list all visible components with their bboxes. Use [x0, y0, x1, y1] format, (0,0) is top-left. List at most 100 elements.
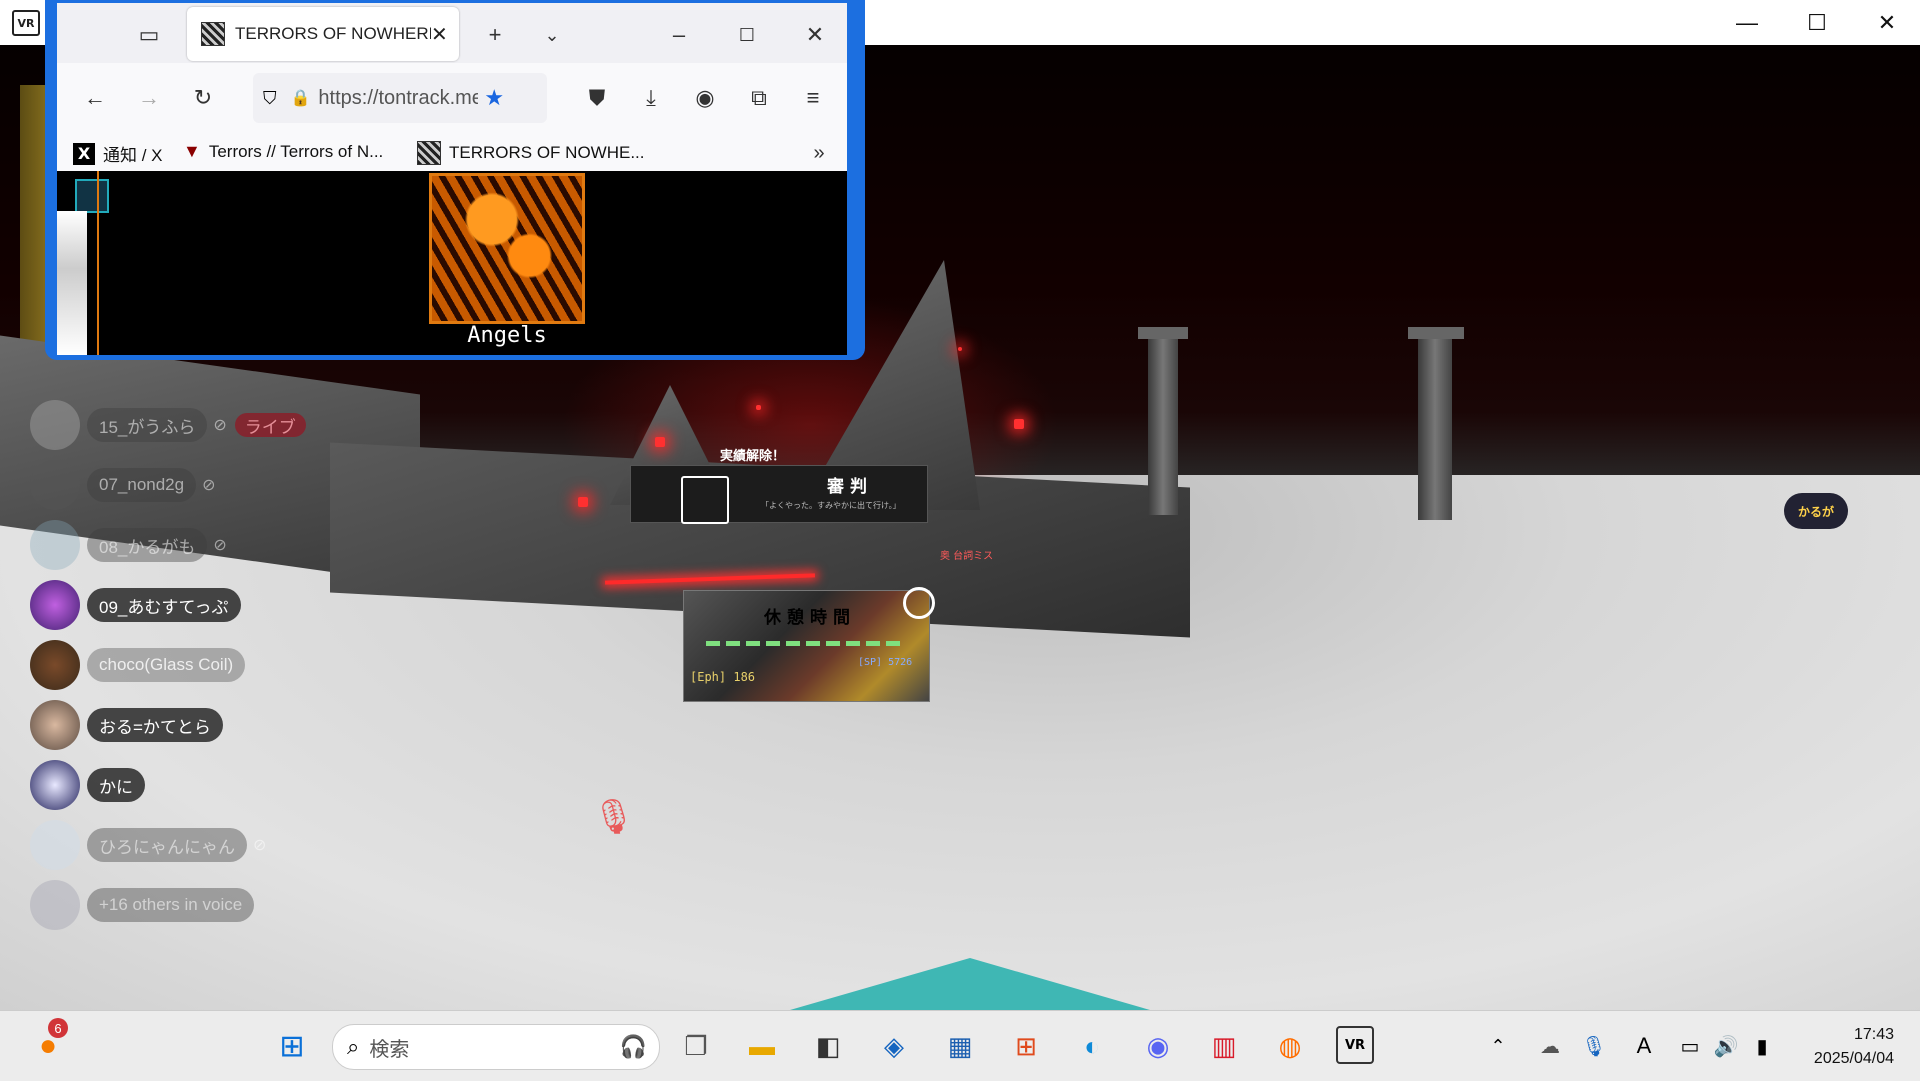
bookmark-tontrack[interactable]: TERRORS OF NOWHE... — [417, 141, 645, 165]
voice-member[interactable]: 15_がうふら ⊘ ライブ — [30, 400, 306, 450]
notification-badge: 6 — [48, 1018, 68, 1038]
store-icon[interactable]: ⊞ — [1006, 1026, 1046, 1066]
url-text[interactable]: https://tontrack.me — [318, 87, 478, 110]
menu-icon[interactable]: ≡ — [793, 78, 833, 118]
avatar — [30, 460, 80, 510]
onedrive-icon[interactable]: ☁ — [1530, 1026, 1570, 1066]
bookmark-label: TERRORS OF NOWHE... — [449, 143, 645, 162]
ime-indicator[interactable]: A — [1624, 1026, 1664, 1066]
file-explorer-icon[interactable]: ▬ — [742, 1026, 782, 1066]
voice-member[interactable]: 08_かるがも ⊘ — [30, 520, 227, 570]
break-title: 休憩時間 — [764, 608, 856, 628]
tab-bar: ▭ TERRORS OF NOWHERE ✕ + ⌄ – ☐ ✕ — [57, 3, 847, 63]
clock-time: 17:43 — [1853, 1026, 1894, 1043]
voice-member[interactable]: かに — [30, 760, 145, 810]
firefox-window[interactable]: ▭ TERRORS OF NOWHERE ✕ + ⌄ – ☐ ✕ ← → ↻ ⛉… — [45, 0, 865, 360]
voice-member[interactable]: choco(Glass Coil) — [30, 640, 246, 690]
microphone-icon[interactable]: 🎙 — [1574, 1026, 1614, 1066]
discord-icon[interactable]: ◉ — [1138, 1026, 1178, 1066]
voice-member-name: 07_nond2g — [87, 468, 197, 502]
download-icon[interactable]: ⤓ — [631, 78, 671, 118]
achievement-subtitle: 「よくやった。すみやかに出て行け。」 — [761, 501, 901, 510]
tab-overview-icon[interactable]: ▭ — [129, 15, 169, 55]
forward-icon[interactable]: → — [129, 78, 169, 118]
pillar-left-cap — [1138, 327, 1188, 339]
tab-list-icon[interactable]: ⌄ — [532, 15, 572, 55]
voice-member[interactable]: ひろにゃんにゃん ⊘ — [30, 820, 266, 870]
player-nametag: かるが — [1784, 493, 1848, 529]
divider — [97, 171, 99, 355]
voice-others[interactable]: +16 others in voice — [30, 880, 255, 930]
account-icon[interactable]: ◉ — [685, 78, 725, 118]
voice-member-name: 08_かるがも — [87, 528, 208, 562]
tab-favicon-icon — [201, 22, 225, 46]
voice-member-name: ひろにゃんにゃん — [87, 828, 247, 862]
bookmark-favicon-icon: ▼ — [183, 141, 201, 161]
volume-icon[interactable]: 🔊 — [1706, 1026, 1746, 1066]
side-strip — [57, 171, 109, 355]
lock-icon[interactable]: 🔒 — [291, 88, 311, 108]
nav-bar: ← → ↻ ⛉ 🔒 https://tontrack.me ★ ⛊ ⤓ ◉ ⧉ … — [57, 63, 847, 135]
more-bookmarks-icon[interactable]: » — [799, 133, 839, 173]
start-icon[interactable]: ⊞ — [272, 1026, 312, 1066]
reload-icon[interactable]: ↻ — [183, 78, 223, 118]
x-logo-icon: X — [73, 142, 95, 165]
voice-member-name: choco(Glass Coil) — [87, 648, 246, 682]
close-button[interactable]: ✕ — [1852, 0, 1920, 45]
voice-member[interactable]: おる=かてとら — [30, 700, 223, 750]
minimize-button[interactable]: — — [1712, 0, 1782, 45]
vr-app-taskbar-icon[interactable]: VR — [1336, 1026, 1374, 1064]
network-icon[interactable]: ▭ — [1670, 1026, 1710, 1066]
bookmark-terrors[interactable]: ▼ Terrors // Terrors of N... — [183, 141, 383, 162]
firefox-icon[interactable]: ◍ — [1270, 1026, 1310, 1066]
app-icon[interactable]: ▦ — [940, 1026, 980, 1066]
tab-title: TERRORS OF NOWHERE — [235, 24, 431, 43]
tray-overflow-icon[interactable]: ⌃ — [1478, 1026, 1518, 1066]
bookmarks-bar: X 通知 / X ▼ Terrors // Terrors of N... TE… — [57, 133, 847, 171]
muted-mic-icon: ⊘ — [213, 417, 227, 434]
back-icon[interactable]: ← — [75, 78, 115, 118]
muted-mic-icon: ⊘ — [213, 537, 227, 554]
bookmark-x[interactable]: X 通知 / X — [73, 141, 163, 166]
search-box[interactable]: ⌕ 検索 🎧 — [332, 1024, 660, 1070]
shield-icon[interactable]: ⛉ — [263, 88, 277, 109]
taskbar: ● ⊞ ⌕ 検索 🎧 ❐ ▬ ◧ ◈ ▦ ⊞ ◐ ◉ ▥ ◍ VR ⌃ ☁ 🎙 … — [0, 1010, 1920, 1081]
url-bar[interactable]: ⛉ 🔒 https://tontrack.me ★ — [253, 73, 547, 123]
bookmark-label: Terrors // Terrors of N... — [208, 141, 384, 161]
voice-member-name: 15_がうふら — [87, 408, 208, 442]
app-icon[interactable]: ◈ — [874, 1026, 914, 1066]
avatar — [30, 760, 80, 810]
live-badge: ライブ — [234, 413, 306, 437]
new-tab-icon[interactable]: + — [475, 15, 515, 55]
terror-list-preview — [57, 211, 87, 355]
achievement-header: 実績解除！ — [720, 449, 786, 464]
tab-active[interactable]: TERRORS OF NOWHERE ✕ — [187, 7, 459, 61]
muted-mic-icon: 🎙 — [592, 798, 636, 836]
clock[interactable]: 17:43 2025/04/04 — [1814, 1023, 1894, 1071]
voice-member[interactable]: 09_あむすてっぷ — [30, 580, 241, 630]
battery-icon[interactable]: ▮ — [1742, 1026, 1782, 1066]
page-content[interactable]: Angels — [57, 171, 847, 355]
task-view-icon[interactable]: ❐ — [676, 1026, 716, 1066]
bookmark-label: 通知 / X — [103, 146, 163, 165]
minimize-icon[interactable]: – — [659, 15, 699, 55]
maximize-icon[interactable]: ☐ — [727, 15, 767, 55]
camera-app-icon[interactable]: ◧ — [808, 1026, 848, 1066]
extensions-icon[interactable]: ⧉ — [739, 78, 779, 118]
voice-member[interactable]: 07_nond2g ⊘ — [30, 460, 216, 510]
search-highlight-icon: 🎧 — [619, 1034, 647, 1059]
bookmark-star-icon[interactable]: ★ — [484, 85, 504, 111]
pocket-icon[interactable]: ⛊ — [577, 78, 617, 118]
tab-close-icon[interactable]: ✕ — [431, 22, 448, 47]
voice-member-name: 09_あむすてっぷ — [87, 588, 241, 622]
app-icon[interactable]: ▥ — [1204, 1026, 1244, 1066]
sp-label: [SP] 5726 — [858, 657, 913, 668]
close-icon[interactable]: ✕ — [795, 15, 835, 55]
edge-icon[interactable]: ◐ — [1072, 1026, 1112, 1066]
red-spark — [756, 405, 761, 410]
maximize-button[interactable]: ☐ — [1782, 0, 1852, 45]
avatar — [30, 700, 80, 750]
red-spark — [1014, 419, 1024, 429]
achievement-icon — [681, 476, 729, 524]
red-spark — [958, 347, 962, 351]
